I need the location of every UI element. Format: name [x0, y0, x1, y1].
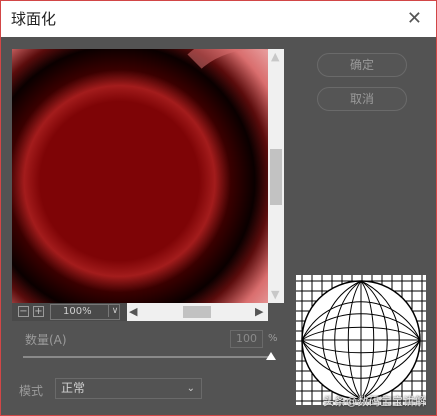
scroll-down-icon[interactable]: ▼ — [271, 289, 279, 300]
title-bar: 球面化 ✕ — [1, 1, 436, 37]
scroll-up-icon[interactable]: ▲ — [271, 51, 279, 62]
amount-slider-track[interactable] — [23, 356, 271, 358]
dialog-title: 球面化 — [11, 10, 57, 28]
spherize-grid-preview — [296, 275, 426, 405]
vertical-scrollbar[interactable]: ▲ ▼ — [268, 49, 284, 303]
mode-label: 模式 — [19, 384, 44, 398]
zoom-out-button[interactable]: − — [18, 306, 29, 317]
chevron-down-icon: ⌄ — [186, 383, 195, 394]
mode-select[interactable]: 正常 ⌄ — [55, 378, 202, 399]
preview-toolbar: − + 100% ∨ ◀ ▶ — [12, 303, 268, 321]
mode-value: 正常 — [61, 381, 86, 395]
cancel-button[interactable]: 取消 — [317, 87, 407, 111]
amount-label: 数量(A) — [25, 333, 67, 347]
swirl-highlight-top — [162, 49, 268, 189]
amount-input[interactable]: 100 — [230, 330, 263, 348]
scroll-right-icon[interactable]: ▶ — [255, 306, 263, 317]
spherize-dialog: 球面化 ✕ ▲ ▼ − + 100% ∨ ◀ ▶ 确定 取消 数量(A) 100… — [0, 0, 437, 416]
vertical-scroll-thumb[interactable] — [270, 149, 282, 205]
ok-button[interactable]: 确定 — [317, 53, 407, 77]
zoom-in-button[interactable]: + — [33, 306, 44, 317]
scroll-left-icon[interactable]: ◀ — [129, 306, 137, 317]
horizontal-scroll-thumb[interactable] — [183, 306, 211, 318]
sphere-grid-icon — [296, 275, 426, 405]
chevron-down-icon[interactable]: ∨ — [108, 305, 121, 317]
amount-unit: % — [268, 333, 278, 344]
close-icon[interactable]: ✕ — [407, 8, 422, 30]
amount-slider-handle[interactable] — [266, 352, 276, 360]
watermark: 头条@数码宝宝讲解 — [323, 395, 427, 408]
horizontal-scrollbar[interactable]: ◀ ▶ — [127, 303, 268, 321]
swirl-highlight — [12, 89, 134, 303]
preview-image[interactable] — [12, 49, 268, 303]
